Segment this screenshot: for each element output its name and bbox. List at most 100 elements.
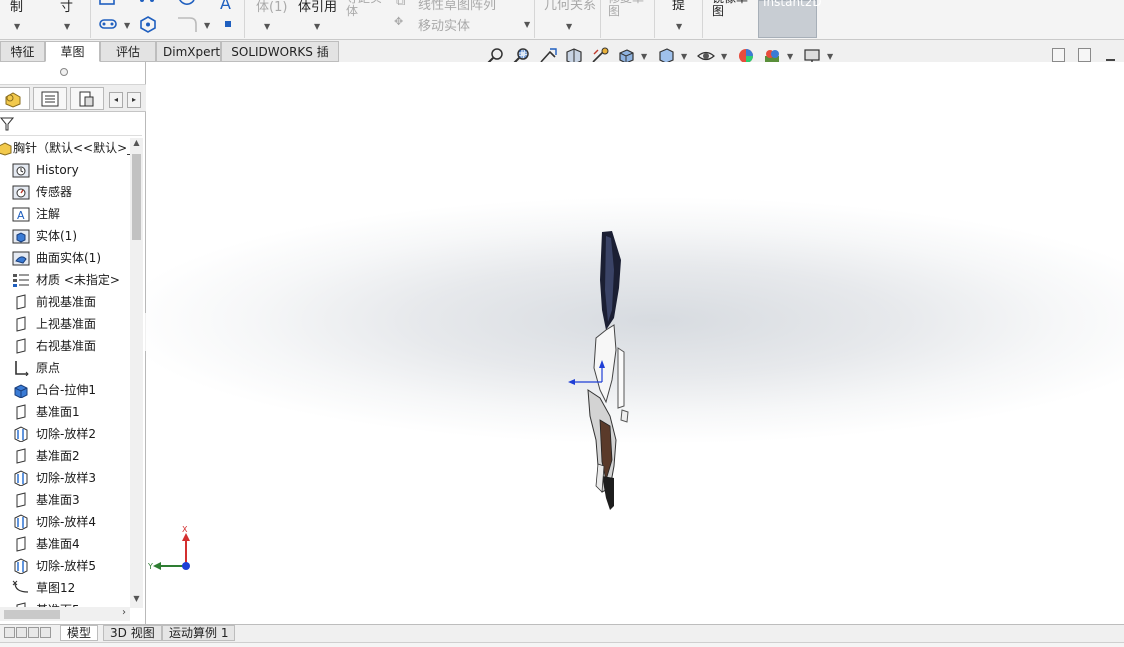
tab-model[interactable]: 模型 bbox=[60, 625, 99, 641]
property-manager-tab[interactable] bbox=[33, 87, 67, 110]
feature-manager-tab[interactable] bbox=[0, 87, 30, 110]
instant2d-button[interactable]: Instant2D bbox=[758, 0, 822, 38]
tree-item-plane1[interactable]: 基准面1 bbox=[10, 401, 130, 423]
tree-item-cut-loft4[interactable]: 切除-放样4 bbox=[10, 511, 130, 533]
chevron-down-icon[interactable]: ▼ bbox=[64, 22, 70, 31]
tab-motion-study-1[interactable]: 运动算例 1 bbox=[162, 625, 236, 641]
sensor-icon bbox=[12, 185, 30, 200]
tree-item-plane5[interactable]: 基准面5 bbox=[10, 599, 130, 607]
rectangle-icon[interactable] bbox=[98, 0, 118, 8]
restore-right-icon[interactable] bbox=[1078, 48, 1091, 62]
tree-item-label: 基准面1 bbox=[36, 405, 80, 419]
point-grid-icon[interactable] bbox=[138, 0, 158, 8]
annotation-icon: A bbox=[12, 207, 30, 222]
configuration-manager-tab[interactable] bbox=[70, 87, 104, 110]
ribbon-label-relations: 几何关系 bbox=[544, 0, 597, 13]
tree-item-label: 材质 <未指定> bbox=[36, 273, 120, 287]
origin-icon bbox=[15, 361, 29, 376]
tree-item-history[interactable]: History bbox=[10, 159, 130, 181]
small-point-icon[interactable] bbox=[222, 18, 234, 30]
bottom-tab-bar: 模型 3D 视图 运动算例 1 bbox=[0, 624, 1124, 647]
tree-item-cut-loft3[interactable]: 切除-放样3 bbox=[10, 467, 130, 489]
tree-item-top-plane[interactable]: 上视基准面 bbox=[10, 313, 130, 335]
brooch-model[interactable] bbox=[566, 230, 646, 515]
arc-icon[interactable] bbox=[176, 0, 198, 10]
plane-icon bbox=[16, 294, 26, 310]
tab-sketch[interactable]: 草图 bbox=[45, 41, 100, 62]
tree-item-right-plane[interactable]: 右视基准面 bbox=[10, 335, 130, 357]
last-tab-icon[interactable] bbox=[40, 627, 51, 638]
prev-tab-icon[interactable] bbox=[16, 627, 27, 638]
plane-icon bbox=[16, 338, 26, 354]
tree-item-cut-loft5[interactable]: 切除-放样5 bbox=[10, 555, 130, 577]
triad-x-label: X bbox=[182, 525, 188, 534]
tree-item-solid-bodies[interactable]: 实体(1) bbox=[10, 225, 130, 247]
tab-solidworks-addins[interactable]: SOLIDWORKS 插件 bbox=[221, 41, 339, 79]
tree-item-label: 切除-放样2 bbox=[36, 427, 96, 441]
tab-3d-view[interactable]: 3D 视图 bbox=[103, 625, 162, 641]
triad-y-label: Y bbox=[148, 562, 153, 571]
tree-item-annotations[interactable]: A 注解 bbox=[10, 203, 130, 225]
text-tool-icon[interactable]: A bbox=[220, 0, 231, 13]
scroll-right-icon[interactable]: › bbox=[122, 607, 126, 618]
history-folder-icon bbox=[12, 163, 30, 178]
tab-evaluate[interactable]: 评估 bbox=[100, 41, 156, 62]
tree-item-label: 切除-放样3 bbox=[36, 471, 96, 485]
tree-item-cut-loft2[interactable]: 切除-放样2 bbox=[10, 423, 130, 445]
scroll-thumb[interactable] bbox=[132, 154, 141, 240]
graphics-area[interactable]: X Y bbox=[146, 62, 1124, 624]
tree-horizontal-scrollbar[interactable]: › bbox=[0, 607, 130, 621]
tab-scroll-left-icon[interactable]: ◂ bbox=[109, 92, 123, 108]
tree-item-sketch12[interactable]: 草图12 bbox=[10, 577, 130, 599]
tree-item-label: 实体(1) bbox=[36, 229, 77, 243]
plane-icon bbox=[16, 448, 26, 464]
tree-item-label: 前视基准面 bbox=[36, 295, 97, 309]
ribbon-label-dimension[interactable]: 寸 bbox=[60, 0, 73, 15]
feature-tree-icon bbox=[5, 92, 21, 108]
ribbon-label-convert-entities[interactable]: 体引用 bbox=[298, 0, 337, 15]
status-bar bbox=[0, 642, 1124, 647]
surface-bodies-icon bbox=[12, 251, 30, 266]
configuration-icon bbox=[79, 91, 94, 107]
ribbon-label-offset-entities: 等距实体 bbox=[346, 0, 382, 18]
minimize-icon[interactable] bbox=[1106, 59, 1115, 61]
tree-item-extrude1[interactable]: 凸台-拉伸1 bbox=[10, 379, 130, 401]
tab-scroll-right-icon[interactable]: ▸ bbox=[127, 92, 141, 108]
tree-item-plane4[interactable]: 基准面4 bbox=[10, 533, 130, 555]
tree-item-label: 原点 bbox=[36, 361, 61, 375]
tree-item-surface-bodies[interactable]: 曲面实体(1) bbox=[10, 247, 130, 269]
part-icon bbox=[0, 142, 12, 156]
tree-item-plane3[interactable]: 基准面3 bbox=[10, 489, 130, 511]
polygon-icon[interactable] bbox=[138, 15, 158, 33]
first-tab-icon[interactable] bbox=[4, 627, 15, 638]
move-icon: ✥ bbox=[394, 15, 404, 28]
tree-item-plane2[interactable]: 基准面2 bbox=[10, 445, 130, 467]
restore-left-icon[interactable] bbox=[1052, 48, 1065, 62]
tree-vertical-scrollbar[interactable]: ▲ ▼ bbox=[130, 138, 143, 608]
panel-resize-handle[interactable] bbox=[60, 68, 68, 76]
tree-item-front-plane[interactable]: 前视基准面 bbox=[10, 291, 130, 313]
ribbon-label-rapid-sketch[interactable]: 镜像草图 bbox=[712, 0, 752, 18]
scroll-down-icon[interactable]: ▼ bbox=[130, 594, 143, 606]
tree-item-material[interactable]: 材质 <未指定> bbox=[10, 269, 130, 291]
scroll-up-icon[interactable]: ▲ bbox=[130, 138, 143, 150]
ribbon-label-body: 体(1) bbox=[256, 0, 288, 15]
tab-features[interactable]: 特征 bbox=[0, 41, 45, 62]
ribbon-label-copy[interactable]: 制 bbox=[10, 0, 23, 15]
tab-dimxpert[interactable]: DimXpert bbox=[156, 41, 221, 62]
tree-item-label: 右视基准面 bbox=[36, 339, 97, 353]
filter-icon[interactable] bbox=[0, 116, 14, 132]
scroll-thumb[interactable] bbox=[4, 610, 60, 619]
fillet-icon bbox=[178, 17, 197, 32]
slot-icon[interactable] bbox=[98, 16, 120, 32]
tree-item-sensors[interactable]: 传感器 bbox=[10, 181, 130, 203]
solid-bodies-icon bbox=[12, 229, 30, 244]
chevron-down-icon[interactable]: ▼ bbox=[14, 22, 20, 31]
feature-manager-panel: ◂ ▸ 胸针（默认<<默认>_ History 传感器 A 注解 实体(1) 曲… bbox=[0, 62, 146, 624]
command-manager-ribbon: 制 ▼ 寸 ▼ ▼ ▼ A 体(1) ▼ 体引用 ▼ 等距实体 ⧉ 线性草图阵列… bbox=[0, 0, 1124, 40]
next-tab-icon[interactable] bbox=[28, 627, 39, 638]
tree-item-origin[interactable]: 原点 bbox=[10, 357, 130, 379]
tree-item-label: 基准面5 bbox=[36, 599, 80, 607]
ribbon-label-quick-snaps[interactable]: 提 bbox=[672, 0, 685, 13]
svg-text:A: A bbox=[17, 209, 25, 222]
